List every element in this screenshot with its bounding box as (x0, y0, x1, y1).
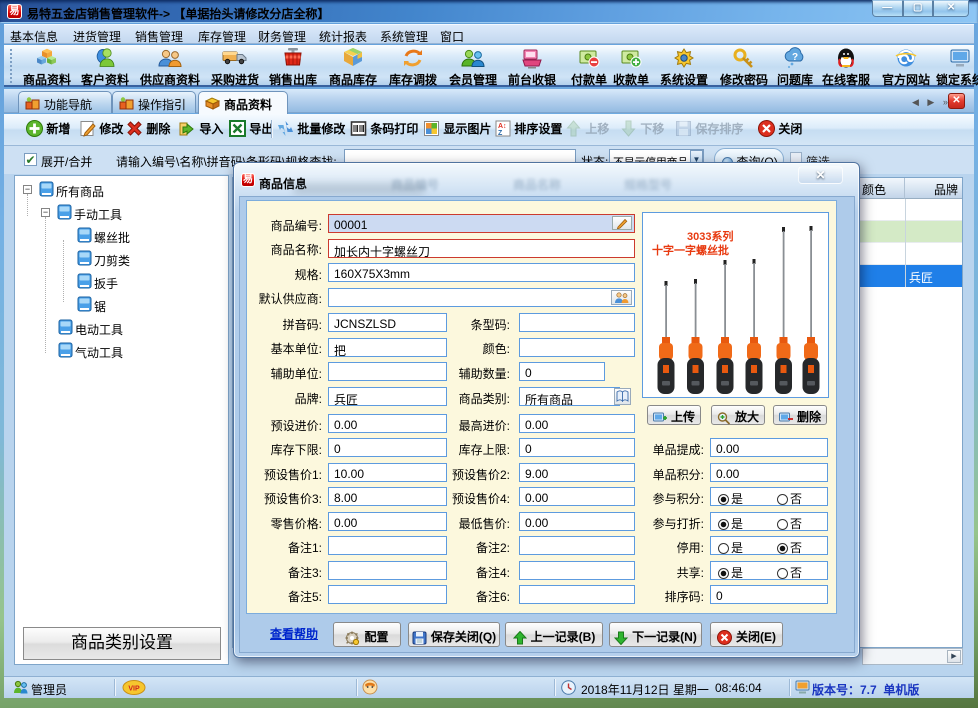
svg-text:Z: Z (498, 130, 503, 137)
svg-text:A↕: A↕ (498, 123, 507, 130)
svg-text:?: ? (792, 52, 798, 63)
svg-text:VIP: VIP (128, 686, 140, 693)
svg-text:十字一字螺丝批: 十字一字螺丝批 (652, 243, 729, 257)
svg-text:3033系列: 3033系列 (687, 229, 733, 243)
